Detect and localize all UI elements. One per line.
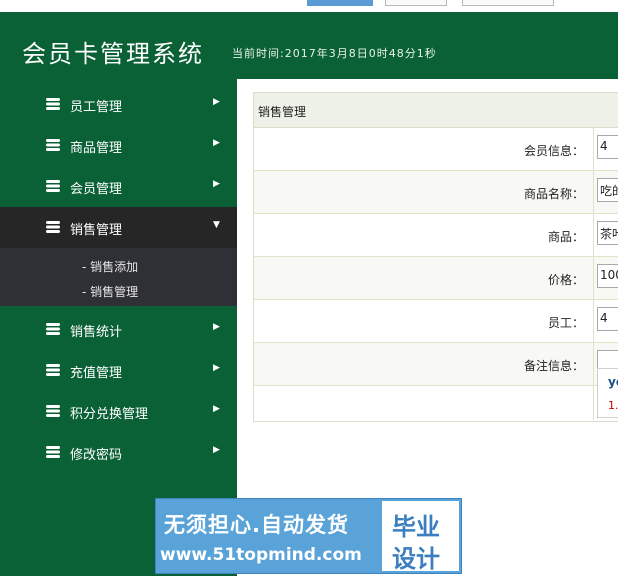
toolbar-button[interactable] [307, 0, 373, 6]
sidebar-item-staff[interactable]: 员工管理 ▶ [0, 84, 237, 125]
form-row-actions [254, 386, 618, 420]
column-divider [593, 128, 594, 170]
watermark-badge-top: 毕业 [392, 513, 440, 541]
stack-icon [46, 221, 60, 233]
caret-down-icon: ▼ [213, 220, 220, 230]
watermark-badge: 毕业 设计 [382, 501, 459, 573]
field-label: 商品： [547, 230, 584, 244]
sidebar-item-label: 充值管理 [70, 366, 123, 381]
sidebar-item-label: 积分兑换管理 [70, 407, 149, 422]
sidebar-item-label: 商品管理 [70, 141, 123, 156]
staff-input[interactable]: 4 [597, 307, 618, 331]
column-divider [593, 300, 594, 342]
column-divider [593, 214, 594, 256]
caret-right-icon: ▶ [213, 363, 220, 373]
field-label: 员工： [547, 316, 584, 330]
sidebar-item-change-password[interactable]: 修改密码 ▶ [0, 432, 237, 473]
field-label: 备注信息： [523, 359, 584, 373]
form-row-product-name: 商品名称： 吃的 [254, 171, 618, 214]
sidebar-item-sales[interactable]: 销售管理 ▼ [0, 207, 237, 248]
caret-right-icon: ▶ [213, 179, 220, 189]
field-label: 会员信息： [523, 144, 584, 158]
sales-form-panel: 销售管理 会员信息： 4 商品名称： 吃的 商品： 茶叶 价格： 100 员工：… [253, 92, 618, 422]
ime-candidate-item[interactable]: 1. [608, 399, 618, 412]
submenu-item-manage-sales[interactable]: - 销售管理 [82, 283, 138, 300]
product-input[interactable]: 茶叶 [597, 221, 618, 245]
field-label: 价格： [547, 273, 584, 287]
sidebar-item-label: 修改密码 [70, 448, 123, 463]
member-info-input[interactable]: 4 [597, 135, 618, 159]
panel-title: 销售管理 [258, 105, 307, 119]
sidebar-item-label: 销售管理 [70, 223, 123, 238]
app-title: 会员卡管理系统 [22, 40, 204, 68]
form-row-member: 会员信息： 4 [254, 128, 618, 171]
stack-icon [46, 139, 60, 151]
sidebar-item-label: 员工管理 [70, 100, 123, 115]
toolbar-button[interactable] [462, 0, 554, 6]
caret-right-icon: ▶ [213, 445, 220, 455]
column-divider [593, 171, 594, 213]
sidebar-item-label: 会员管理 [70, 182, 123, 197]
product-name-input[interactable]: 吃的 [597, 178, 618, 202]
ime-candidate-popup[interactable]: ye 1. [597, 368, 618, 418]
sidebar-item-points-exchange[interactable]: 积分兑换管理 ▶ [0, 391, 237, 432]
caret-right-icon: ▶ [213, 138, 220, 148]
stack-icon [46, 446, 60, 458]
watermark-slogan: 无须担心.自动发货 [164, 513, 349, 537]
column-divider [593, 386, 594, 420]
stack-icon [46, 364, 60, 376]
stack-icon [46, 98, 60, 110]
watermark-badge-bottom: 设计 [392, 545, 440, 573]
price-input[interactable]: 100 [597, 264, 618, 288]
app-header: 会员卡管理系统 当前时间:2017年3月8日0时48分1秒 [0, 12, 618, 79]
field-label: 商品名称： [523, 187, 584, 201]
top-toolbar-strip [0, 0, 618, 12]
sidebar-item-recharge[interactable]: 充值管理 ▶ [0, 350, 237, 391]
stack-icon [46, 180, 60, 192]
caret-right-icon: ▶ [213, 404, 220, 414]
column-divider [593, 343, 594, 385]
caret-right-icon: ▶ [213, 322, 220, 332]
form-row-staff: 员工： 4 [254, 300, 618, 343]
stack-icon [46, 323, 60, 335]
form-row-remarks: 备注信息： [254, 343, 618, 386]
watermark-banner: 无须担心.自动发货 www.51topmind.com 毕业 设计 [155, 498, 462, 574]
sidebar-item-sales-stats[interactable]: 销售统计 ▶ [0, 309, 237, 350]
watermark-url: www.51topmind.com [160, 545, 362, 565]
submenu-item-add-sale[interactable]: - 销售添加 [82, 258, 138, 275]
toolbar-button[interactable] [385, 0, 447, 6]
stack-icon [46, 405, 60, 417]
form-row-price: 价格： 100 [254, 257, 618, 300]
caret-right-icon: ▶ [213, 97, 220, 107]
form-row-product: 商品： 茶叶 [254, 214, 618, 257]
panel-header: 销售管理 [254, 93, 618, 128]
sidebar-item-label: 销售统计 [70, 325, 123, 340]
current-time: 当前时间:2017年3月8日0时48分1秒 [232, 47, 437, 60]
column-divider [593, 257, 594, 299]
sales-submenu: - 销售添加 - 销售管理 [0, 248, 237, 306]
sidebar-item-members[interactable]: 会员管理 ▶ [0, 166, 237, 207]
ime-composition-text: ye [608, 375, 618, 389]
sidebar-item-products[interactable]: 商品管理 ▶ [0, 125, 237, 166]
